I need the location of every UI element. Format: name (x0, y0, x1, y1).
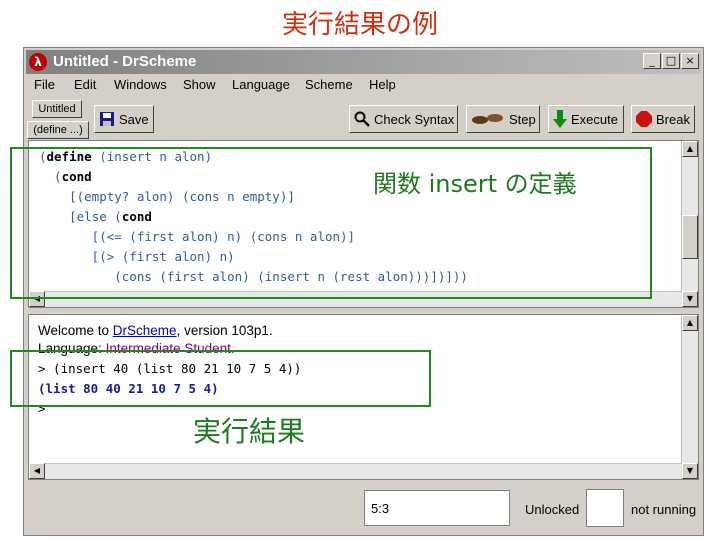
save-button[interactable]: Save (94, 105, 154, 133)
scroll-thumb[interactable] (682, 215, 698, 259)
title-bar[interactable]: λ Untitled - DrScheme _ □ × (26, 50, 701, 74)
magnifier-icon (354, 111, 370, 127)
menu-help[interactable]: Help (369, 77, 396, 92)
cursor-position: 5:3 (371, 501, 390, 516)
define-menu-button[interactable]: (define ...) (27, 121, 89, 139)
scroll-up-arrow-icon[interactable]: ▲ (682, 141, 698, 157)
lock-status[interactable]: Unlocked (525, 502, 579, 517)
name-button[interactable]: Untitled (32, 100, 82, 118)
running-indicator (586, 489, 624, 527)
break-label: Break (656, 111, 690, 127)
result-highlight-box (10, 350, 431, 407)
scroll-down-arrow-icon[interactable]: ▼ (682, 463, 698, 479)
interactions-vertical-scrollbar[interactable]: ▲ ▼ (681, 315, 698, 479)
footprints-icon (472, 114, 503, 124)
welcome-suffix: , version 103p1. (176, 323, 273, 338)
lambda-icon[interactable]: λ (29, 53, 47, 71)
check-syntax-label: Check Syntax (374, 111, 455, 127)
welcome-prefix: Welcome to (38, 323, 113, 338)
step-label: Step (509, 111, 536, 127)
save-label: Save (119, 111, 149, 127)
result-annotation: 実行結果 (193, 415, 306, 448)
step-button[interactable]: Step (466, 105, 540, 133)
close-button[interactable]: × (681, 53, 699, 69)
scroll-up-arrow-icon[interactable]: ▲ (682, 315, 698, 331)
stop-sign-icon (636, 111, 652, 127)
down-arrow-icon (553, 110, 567, 128)
execute-button[interactable]: Execute (548, 105, 624, 133)
scroll-down-arrow-icon[interactable]: ▼ (682, 291, 698, 307)
window-title: Untitled - DrScheme (53, 53, 197, 70)
slide-title: 実行結果の例 (281, 10, 438, 40)
drscheme-link[interactable]: DrScheme (113, 323, 177, 338)
menu-edit[interactable]: Edit (74, 77, 96, 92)
minimize-button[interactable]: _ (643, 53, 661, 69)
scroll-left-arrow-icon[interactable]: ◀ (29, 463, 45, 479)
break-button[interactable]: Break (631, 105, 695, 133)
floppy-disk-icon (100, 112, 114, 126)
check-syntax-button[interactable]: Check Syntax (349, 105, 458, 133)
menu-file[interactable]: File (34, 77, 55, 92)
welcome-line: Welcome to DrScheme, version 103p1. (38, 323, 273, 338)
position-box: 5:3 (364, 490, 510, 526)
menu-language[interactable]: Language (232, 77, 290, 92)
interactions-horizontal-scrollbar[interactable]: ◀ (29, 463, 682, 479)
menu-show[interactable]: Show (183, 77, 216, 92)
menu-windows[interactable]: Windows (114, 77, 167, 92)
definitions-vertical-scrollbar[interactable]: ▲ ▼ (681, 141, 698, 307)
running-status: not running (631, 502, 697, 517)
execute-label: Execute (571, 111, 618, 127)
menu-scheme[interactable]: Scheme (305, 77, 353, 92)
definition-annotation: 関数 insert の定義 (373, 170, 577, 198)
maximize-button[interactable]: □ (662, 53, 680, 69)
